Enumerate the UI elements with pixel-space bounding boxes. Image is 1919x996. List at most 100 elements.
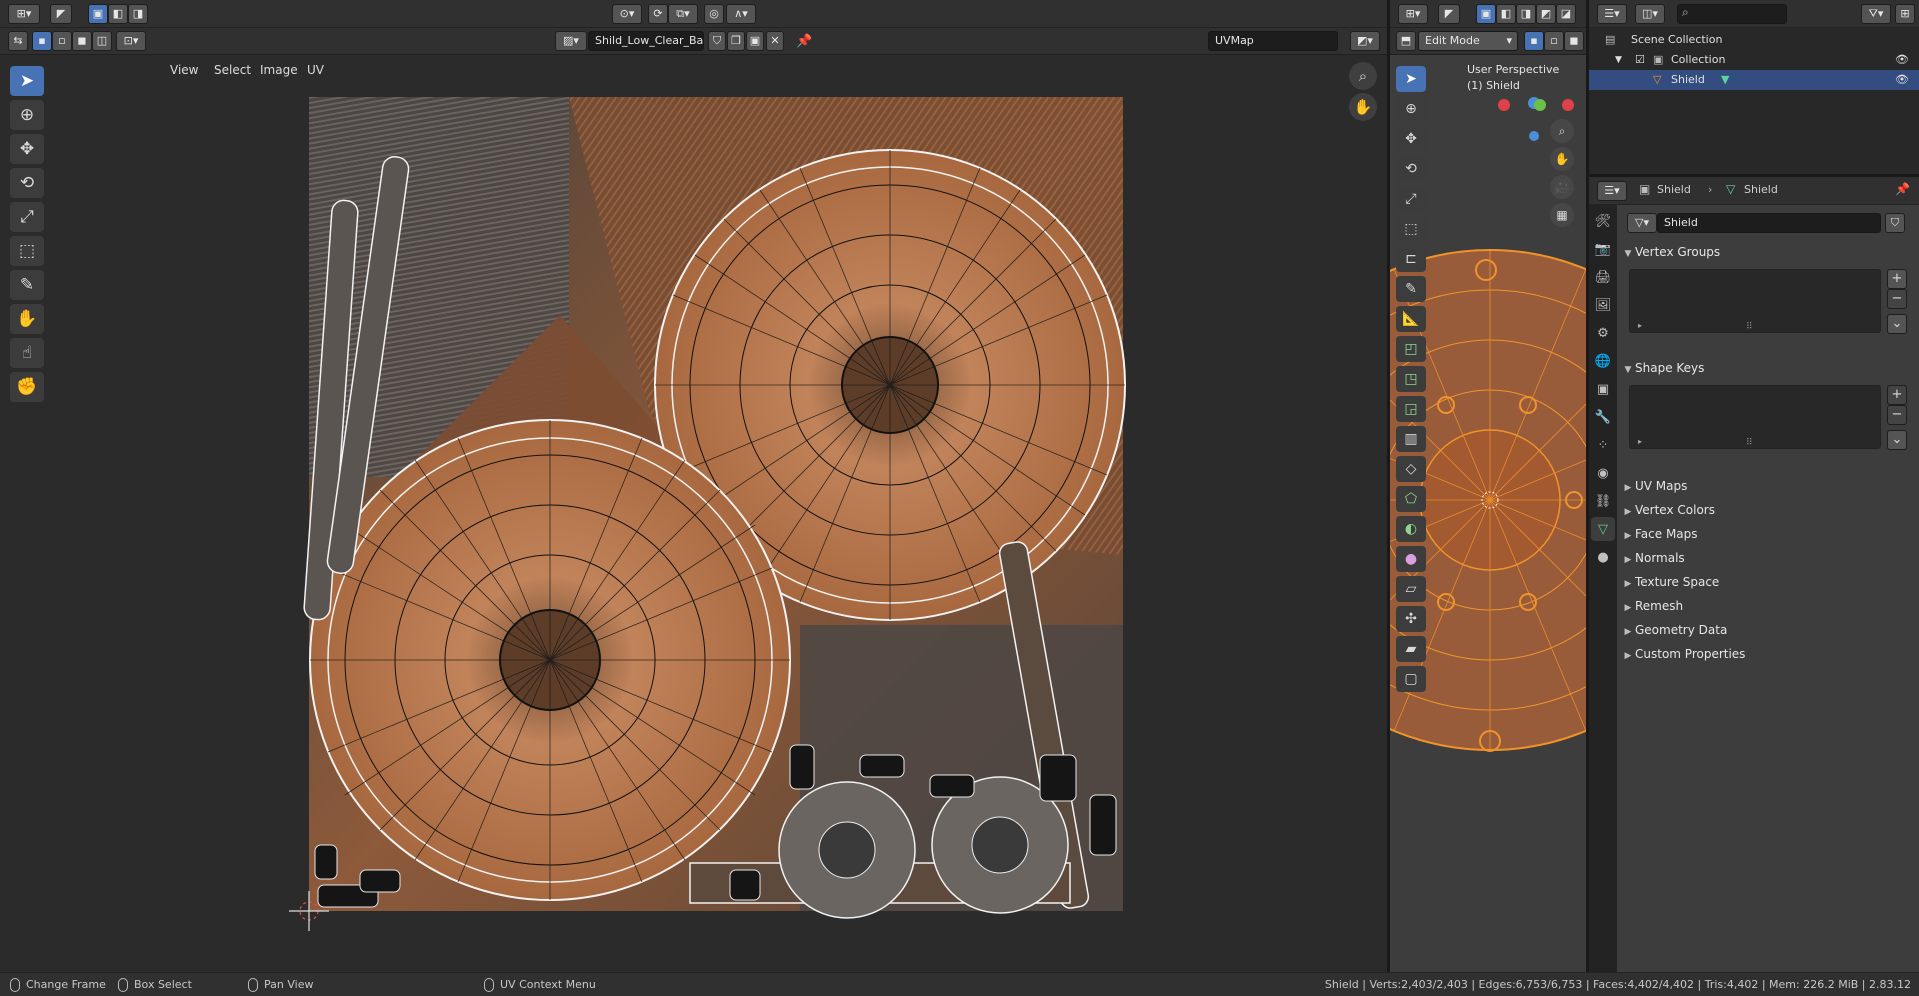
material-tab-icon[interactable]: ● [1591, 545, 1615, 569]
new-image-icon[interactable]: ❐ [727, 31, 745, 51]
outliner-type-icon[interactable]: ☰▾ [1597, 4, 1627, 24]
resize-handle-icon[interactable]: ⠿ [1746, 438, 1753, 448]
outliner-row-shield[interactable]: ▽ Shield ▼ 👁 [1589, 70, 1919, 90]
pivot-icon[interactable]: ⊙▾ [612, 4, 642, 24]
image-name-field[interactable]: Shild_Low_Clear_Ba... [588, 31, 704, 51]
vertex-select-icon[interactable]: ▪ [32, 31, 52, 51]
sticky-select-icon[interactable]: ⊡▾ [116, 31, 146, 51]
rotate-tool-icon[interactable]: ⟲ [10, 168, 44, 198]
uv-canvas[interactable]: ➤ ⊕ ✥ ⟲ ⤢ ⬚ ✎ ✋ ☝ ✊ ⌕ ✋ [0, 55, 1387, 972]
transform-tool-icon[interactable]: ⬚ [10, 236, 44, 266]
inset-tool-icon[interactable]: ◳ [1396, 366, 1426, 392]
vp-align-tool-icon[interactable]: ⊏ [1396, 246, 1426, 272]
mesh-data-tab-icon[interactable]: ▽ [1591, 517, 1615, 541]
editor-type-icon[interactable]: ⊞▾ [8, 4, 40, 24]
edge-select-icon[interactable]: ▫ [52, 31, 72, 51]
object-tab-icon[interactable]: ▣ [1591, 377, 1615, 401]
add-shape-key-icon[interactable]: + [1887, 385, 1907, 405]
vp-measure-tool-icon[interactable]: 📐 [1396, 306, 1426, 332]
shape-key-specials-icon[interactable]: ⌄ [1887, 430, 1907, 450]
relax-tool-icon[interactable]: ☝ [10, 338, 44, 368]
poly-build-tool-icon[interactable]: ⬠ [1396, 486, 1426, 512]
select-mode-icon[interactable]: ◤ [50, 4, 72, 24]
shrink-tool-icon[interactable]: ✣ [1396, 606, 1426, 632]
filter-icon[interactable]: ⛛▾ [1861, 4, 1891, 24]
scene-tab-icon[interactable]: ⚙ [1591, 321, 1615, 345]
list-expand-icon[interactable]: ▸ [1638, 321, 1642, 330]
display-mode-icon[interactable]: ◫▾ [1635, 4, 1665, 24]
physics-tab-icon[interactable]: ◉ [1591, 461, 1615, 485]
remove-shape-key-icon[interactable]: − [1887, 405, 1907, 425]
vp-rotate-tool-icon[interactable]: ⟲ [1396, 156, 1426, 182]
uv-texture-view[interactable] [0, 55, 1387, 972]
panel-remesh[interactable]: ▶ Remesh [1621, 595, 1915, 617]
grab-tool-icon[interactable]: ✋ [10, 304, 44, 334]
outliner-row-collection[interactable]: ▼ ☑ ▣ Collection 👁 [1589, 50, 1919, 70]
mesh-data-icon[interactable]: ▼ [1721, 70, 1729, 90]
cursor-tool-icon[interactable]: ⊕ [10, 100, 44, 130]
move-tool-icon[interactable]: ✥ [10, 134, 44, 164]
open-image-icon[interactable]: ▣ [746, 31, 764, 51]
viewport-intersect-icon[interactable]: ◪ [1556, 4, 1576, 24]
island-select-icon[interactable]: ◫ [92, 31, 112, 51]
vp-grid-icon[interactable]: ▦ [1550, 203, 1574, 227]
outliner-row-scene-collection[interactable]: ▤ Scene Collection [1589, 30, 1919, 50]
vertex-group-specials-icon[interactable]: ⌄ [1887, 314, 1907, 334]
panel-vertex-colors[interactable]: ▶ Vertex Colors [1621, 499, 1915, 521]
viewport-editor-type-icon[interactable]: ⊞▾ [1398, 4, 1428, 24]
face-select-icon[interactable]: ◼ [72, 31, 92, 51]
eye-icon[interactable]: 👁 [1895, 50, 1909, 70]
extrude-tool-icon[interactable]: ◰ [1396, 336, 1426, 362]
fake-user-icon[interactable]: ⛉ [708, 31, 726, 51]
bevel-tool-icon[interactable]: ◲ [1396, 396, 1426, 422]
viewport-mode-icon[interactable]: ⬒ [1396, 31, 1416, 51]
edge-slide-tool-icon[interactable]: ▱ [1396, 576, 1426, 602]
pin-icon[interactable]: 📌 [1895, 182, 1910, 196]
proportional-edit-icon[interactable]: ◎ [704, 4, 724, 24]
unlink-image-icon[interactable]: ✕ [766, 31, 784, 51]
panel-geometry-data[interactable]: ▶ Geometry Data [1621, 619, 1915, 641]
constraints-tab-icon[interactable]: ⛓ [1591, 489, 1615, 513]
rip-tool-icon[interactable]: ▢ [1396, 666, 1426, 692]
particles-tab-icon[interactable]: ⁘ [1591, 433, 1615, 457]
panel-normals[interactable]: ▶ Normals [1621, 547, 1915, 569]
vertex-mode-icon[interactable]: ▪ [1524, 31, 1544, 51]
world-tab-icon[interactable]: 🌐 [1591, 349, 1615, 373]
viewport-invert-icon[interactable]: ◩ [1536, 4, 1556, 24]
shape-keys-list[interactable]: ▸ ⠿ [1629, 385, 1881, 449]
mesh-browse-icon[interactable]: ▽▾ [1627, 213, 1657, 233]
falloff-icon[interactable]: ∧▾ [726, 4, 756, 24]
smooth-tool-icon[interactable]: ● [1396, 546, 1426, 572]
remove-vertex-group-icon[interactable]: − [1887, 289, 1907, 309]
render-tab-icon[interactable]: 📷 [1591, 237, 1615, 261]
viewport-subtract-icon[interactable]: ◨ [1516, 4, 1536, 24]
select-subtract-icon[interactable]: ◨ [128, 4, 148, 24]
vertex-groups-list[interactable]: ▸ ⠿ [1629, 269, 1881, 333]
select-extend-icon[interactable]: ◧ [108, 4, 128, 24]
image-browse-icon[interactable]: ▨▾ [555, 31, 587, 51]
list-expand-icon[interactable]: ▸ [1638, 437, 1642, 446]
loop-cut-tool-icon[interactable]: ▥ [1396, 426, 1426, 452]
checkbox-icon[interactable]: ☑ [1635, 50, 1645, 70]
panel-custom-properties[interactable]: ▶ Custom Properties [1621, 643, 1915, 665]
new-collection-icon[interactable]: ⊞ [1895, 4, 1915, 24]
properties-type-icon[interactable]: ☰▾ [1597, 181, 1627, 201]
face-mode-icon[interactable]: ◼ [1564, 31, 1584, 51]
shear-tool-icon[interactable]: ▰ [1396, 636, 1426, 662]
resize-handle-icon[interactable]: ⠿ [1746, 322, 1753, 332]
viewport-extend-icon[interactable]: ◧ [1496, 4, 1516, 24]
vp-camera-icon[interactable]: 🎥 [1550, 175, 1574, 199]
vp-transform-tool-icon[interactable]: ⬚ [1396, 216, 1426, 242]
pinch-tool-icon[interactable]: ✊ [10, 372, 44, 402]
add-vertex-group-icon[interactable]: + [1887, 269, 1907, 289]
uv-map-field[interactable]: UVMap [1208, 31, 1338, 51]
scale-tool-icon[interactable]: ⤢ [10, 202, 44, 232]
uv-sync-icon[interactable]: ⇆ [8, 31, 28, 51]
viewport-select-icon[interactable]: ◤ [1438, 4, 1460, 24]
panel-texture-space[interactable]: ▶ Texture Space [1621, 571, 1915, 593]
mesh-name-field[interactable]: Shield [1657, 213, 1881, 233]
vp-zoom-icon[interactable]: ⌕ [1550, 119, 1574, 143]
modifier-tab-icon[interactable]: 🔧 [1591, 405, 1615, 429]
pin-icon[interactable]: 📌 [796, 34, 812, 49]
zoom-icon[interactable]: ⌕ [1349, 62, 1377, 90]
